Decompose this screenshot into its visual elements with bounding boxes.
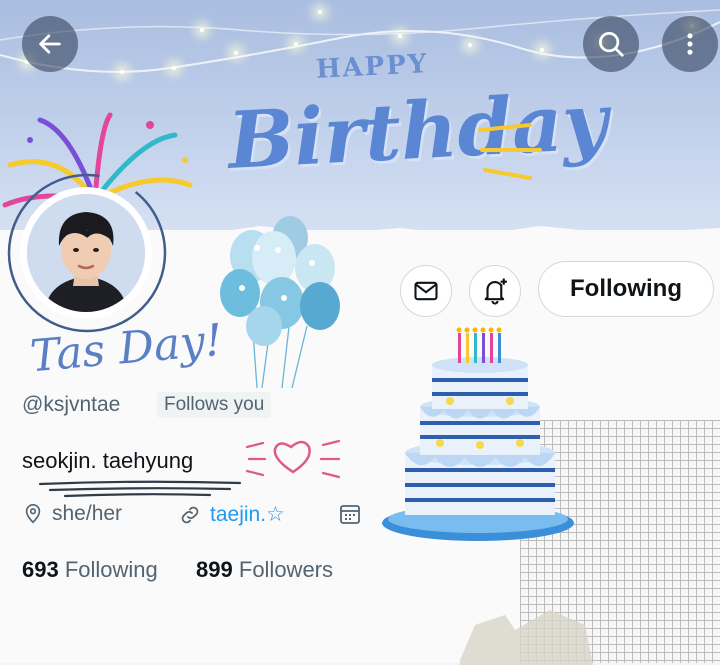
light-bulb <box>398 34 402 38</box>
follows-you-badge: Follows you <box>157 392 272 418</box>
underline-scribble-decoration <box>38 480 242 498</box>
location-pin-icon <box>25 504 41 524</box>
light-bulb <box>294 42 298 46</box>
more-button[interactable] <box>662 16 718 72</box>
sparkle-decoration <box>478 123 542 180</box>
light-bulb <box>540 48 544 52</box>
more-vertical-icon <box>687 33 693 55</box>
following-label: Following <box>64 557 158 582</box>
light-bulb <box>468 43 472 47</box>
bell-plus-icon <box>484 278 507 305</box>
search-button[interactable] <box>583 16 639 72</box>
user-handle: @ksjvntae <box>22 393 121 416</box>
following-stat[interactable]: 693 Following <box>22 557 158 582</box>
banner-happy-text: HAPPY <box>315 49 430 85</box>
profile-link-text[interactable]: taejin.☆ <box>210 502 285 527</box>
back-button[interactable] <box>22 16 78 72</box>
light-bulb <box>200 28 204 32</box>
calendar-icon <box>340 505 360 524</box>
followers-count: 899 <box>196 557 233 582</box>
light-bulb <box>234 51 238 55</box>
arrow-left-icon <box>39 34 61 54</box>
light-bulb <box>318 10 322 14</box>
balloons-decoration <box>220 216 340 388</box>
birthday-cake-decoration <box>382 327 574 541</box>
message-button[interactable] <box>400 265 452 317</box>
light-bulb <box>172 66 176 70</box>
mail-icon <box>414 281 438 301</box>
search-icon <box>599 32 624 57</box>
pronouns-item: she/her <box>22 502 122 526</box>
display-name: seokjin. taehyung <box>22 448 194 473</box>
profile-link-item[interactable]: taejin.☆ <box>178 502 285 527</box>
avatar-ring-decoration <box>7 173 167 333</box>
heart-doodle-decoration <box>245 439 341 479</box>
link-icon <box>181 506 199 523</box>
notify-button[interactable] <box>469 265 521 317</box>
light-bulb <box>120 70 124 74</box>
following-count: 693 <box>22 557 59 582</box>
follow-stats: 693 Following 899 Followers <box>22 557 333 583</box>
tape-decoration <box>460 610 593 665</box>
pronouns-text: she/her <box>52 502 123 525</box>
followers-label: Followers <box>238 557 334 582</box>
following-button[interactable]: Following <box>538 261 714 317</box>
followers-stat[interactable]: 899 Followers <box>196 557 333 582</box>
join-date-item <box>338 502 362 526</box>
